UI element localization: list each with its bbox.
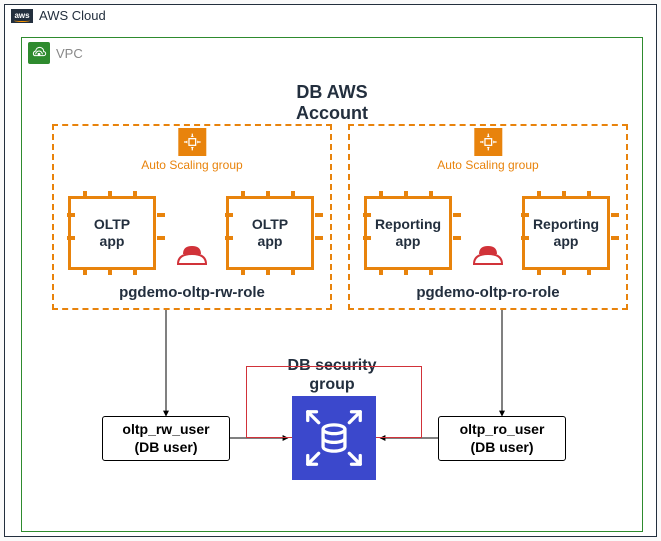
aws-cloud-group: aws AWS Cloud VPC DB AWS Account <box>4 4 657 537</box>
db-user-ro-label: oltp_ro_user (DB user) <box>460 421 545 455</box>
auto-scaling-icon <box>474 128 502 156</box>
asg-oltp: Auto Scaling group OLTP app OLTP app pgd… <box>52 124 332 310</box>
db-user-rw: oltp_rw_user (DB user) <box>102 416 230 461</box>
role-label-rw: pgdemo-oltp-rw-role <box>119 284 265 301</box>
asg-label-right: Auto Scaling group <box>437 158 538 172</box>
asg-header-left: Auto Scaling group <box>141 124 242 172</box>
aws-logo-icon: aws <box>11 9 33 23</box>
iam-role-icon <box>174 244 210 268</box>
ec2-reporting-b: Reporting app <box>522 196 610 270</box>
db-user-ro: oltp_ro_user (DB user) <box>438 416 566 461</box>
vpc-group: VPC DB AWS Account A <box>21 37 643 532</box>
role-label-ro: pgdemo-oltp-ro-role <box>416 284 559 301</box>
iam-role-icon <box>470 244 506 268</box>
ec2-label: OLTP app <box>94 216 130 250</box>
ec2-label: Reporting app <box>375 216 441 250</box>
vpc-header: VPC <box>22 38 642 68</box>
rds-database-icon <box>292 396 376 480</box>
account-title: DB AWS Account <box>296 82 368 123</box>
vpc-icon <box>28 42 50 64</box>
auto-scaling-icon <box>178 128 206 156</box>
db-user-rw-label: oltp_rw_user (DB user) <box>122 421 209 455</box>
ec2-oltp-a: OLTP app <box>68 196 156 270</box>
asg-header-right: Auto Scaling group <box>437 124 538 172</box>
vpc-label: VPC <box>56 46 83 61</box>
aws-cloud-label: AWS Cloud <box>39 8 106 23</box>
ec2-label: OLTP app <box>252 216 288 250</box>
ec2-label: Reporting app <box>533 216 599 250</box>
asg-reporting: Auto Scaling group Reporting app Reporti… <box>348 124 628 310</box>
ec2-reporting-a: Reporting app <box>364 196 452 270</box>
aws-cloud-header: aws AWS Cloud <box>5 5 656 26</box>
ec2-oltp-b: OLTP app <box>226 196 314 270</box>
asg-label-left: Auto Scaling group <box>141 158 242 172</box>
